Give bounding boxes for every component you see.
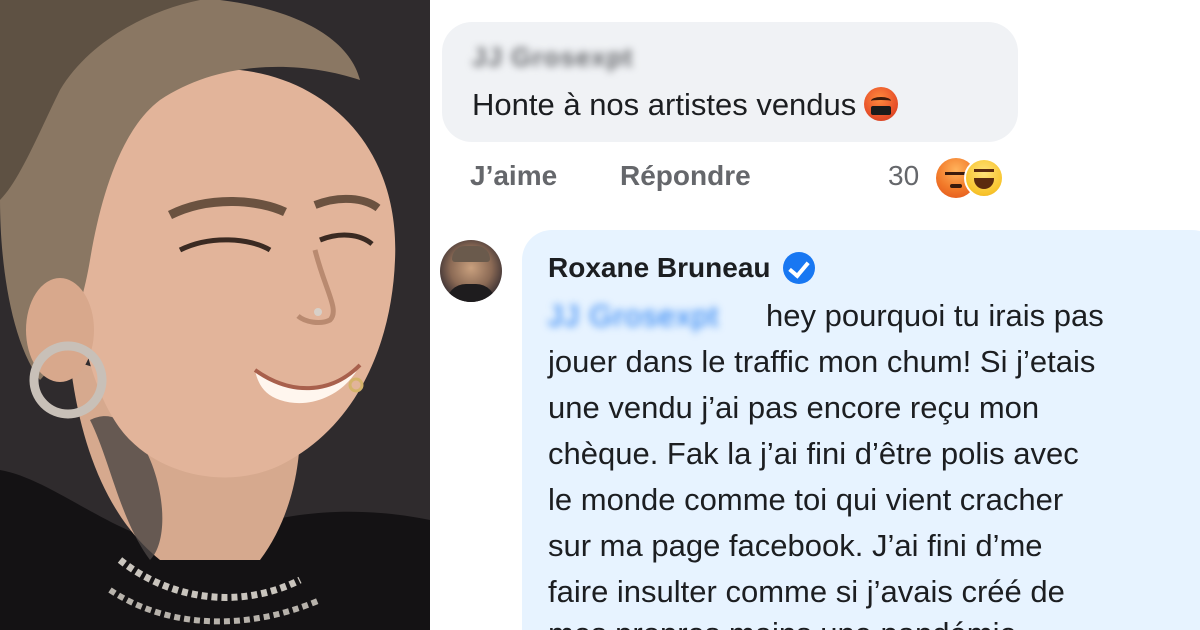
portrait-photo xyxy=(0,0,430,630)
comment-actions: J’aime Répondre 30 xyxy=(470,158,1030,198)
mention-tag-blurred[interactable]: JJ Grosexpt xyxy=(548,300,719,334)
portrait-illustration xyxy=(0,0,430,630)
verified-badge-icon xyxy=(782,252,815,284)
comment-thread: JJ Grosexpt Honte à nos artistes vendus … xyxy=(430,0,1200,630)
reply-bubble: Roxane Bruneau JJ Grosexpt hey pourquoi … xyxy=(522,230,1200,630)
reply-author-line: Roxane Bruneau xyxy=(548,252,815,284)
reply-text-line: une vendu j’ai pas encore reçu mon xyxy=(548,390,1040,425)
reply-text-line: faire insulter comme si j’avais créé de xyxy=(548,574,1065,609)
haha-reaction-icon[interactable] xyxy=(964,158,1004,198)
cursing-face-emoji-icon xyxy=(864,86,899,121)
comment-text-row: Honte à nos artistes vendus xyxy=(472,86,899,123)
reply-text-line: jouer dans le traffic mon chum! Si j’eta… xyxy=(548,344,1096,379)
reply-text-line: sur ma page facebook. J’ai fini d’me xyxy=(548,528,1043,563)
reply-text-line: mes propres mains une pandémie xyxy=(548,616,1017,630)
reply-text-line: chèque. Fak la j’ai fini d’être polis av… xyxy=(548,436,1079,471)
comment-text: Honte à nos artistes vendus xyxy=(472,87,857,122)
reply-button[interactable]: Répondre xyxy=(620,160,751,192)
like-button[interactable]: J’aime xyxy=(470,160,557,192)
reply-text-line: hey pourquoi tu irais pas xyxy=(766,298,1104,333)
reply-author-name[interactable]: Roxane Bruneau xyxy=(548,252,771,283)
reply-text-line: le monde comme toi qui vient cracher xyxy=(548,482,1064,517)
avatar[interactable] xyxy=(440,240,502,302)
comment-author-name-blurred[interactable]: JJ Grosexpt xyxy=(472,42,633,73)
comment-bubble: JJ Grosexpt Honte à nos artistes vendus xyxy=(442,22,1018,142)
reaction-count[interactable]: 30 xyxy=(888,160,919,192)
